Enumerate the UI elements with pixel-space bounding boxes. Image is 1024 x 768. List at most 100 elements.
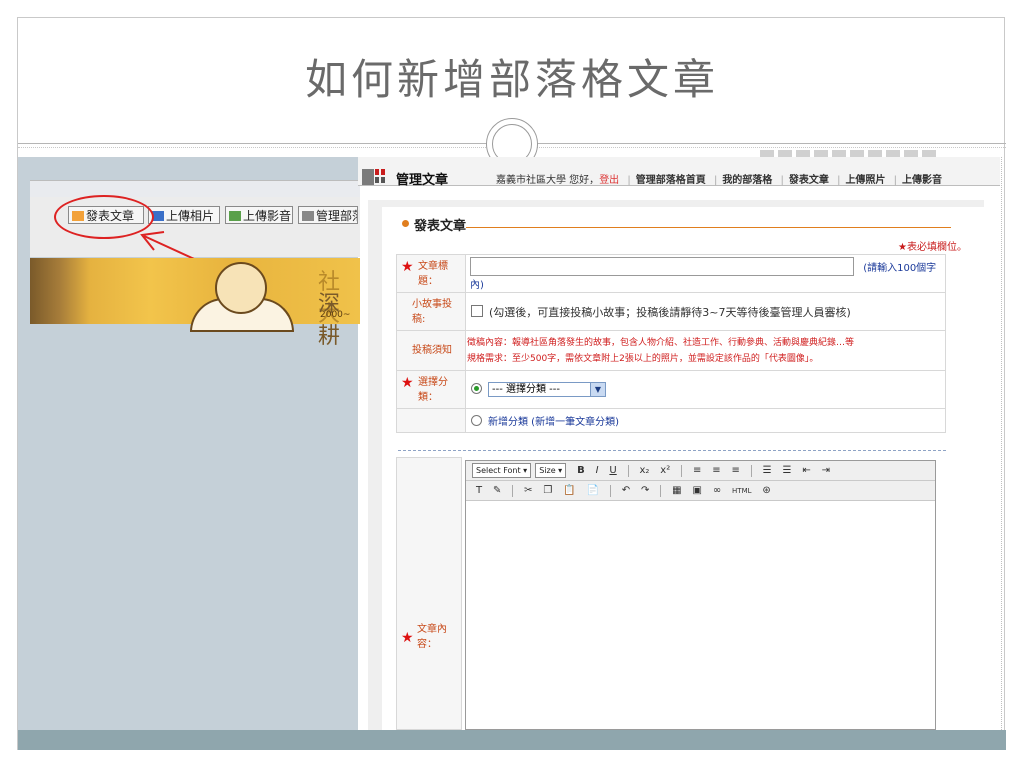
nav-blog-admin-home[interactable]: 管理部落格首頁 [636,175,706,186]
text-color-icon[interactable]: T [476,481,482,500]
redo-icon[interactable]: ↷ [641,481,649,500]
header-icon-square [375,169,379,175]
upload-photo-button[interactable]: 上傳相片 [148,206,220,224]
paste-text-icon[interactable]: 📄 [587,481,599,500]
required-note: ★表必填欄位。 [898,242,967,253]
story-label-cell: 小故事投稿: [396,292,466,331]
editor-toolbar-row-1: Select Font ▾ Size ▾ B I U x₂ x² ≡ ≡ ≡ ☰ … [466,461,935,481]
section-bullet-icon [402,220,409,227]
link-icon[interactable]: ∞ [713,481,721,500]
subscript-icon[interactable]: x₂ [639,461,649,480]
title-row: ★ 文章標題： (請輸入100個字內) [396,254,946,293]
category-select-value: --- 選擇分類 --- [492,384,561,395]
title-input[interactable] [470,256,854,276]
font-select-label: Select Font [476,466,521,475]
category-cell: --- 選擇分類 --- ▼ [465,370,946,409]
unordered-list-icon[interactable]: ☰ [782,461,791,480]
content-label: 文章內容： [417,624,447,650]
copy-icon[interactable]: ❐ [543,481,552,500]
form-separator [398,450,946,451]
align-center-icon[interactable]: ≡ [712,461,720,480]
upload-video-label: 上傳影音 [243,209,292,223]
category-label-cell: ★ 選擇分類： [396,370,466,409]
header-icon-square [381,177,385,183]
section-title: 發表文章 [414,219,467,234]
nav-my-blog[interactable]: 我的部落格 [722,175,772,186]
empty-label-cell [396,408,466,433]
align-right-icon[interactable]: ≡ [732,461,740,480]
category-row: ★ 選擇分類： --- 選擇分類 --- ▼ [396,370,946,409]
right-edge [1001,157,1006,730]
header-grip [362,169,374,185]
align-left-icon[interactable]: ≡ [693,461,701,480]
underline-icon[interactable]: U [609,461,616,480]
html-source-icon[interactable]: HTML [732,482,751,501]
left-window-strip [30,180,360,198]
font-select[interactable]: Select Font ▾ [472,463,532,478]
new-category-radio[interactable] [471,415,482,426]
category-select[interactable]: --- 選擇分類 --- ▼ [488,382,606,397]
manage-blog-label: 管理部落 [316,209,357,223]
post-form: ★ 文章標題： (請輸入100個字內) 小故事投稿: (勾選後，可直接投稿小故事；… [396,254,946,433]
notice-label: 投稿須知 [412,345,452,356]
section-underline [466,227,951,228]
rich-text-editor[interactable]: Select Font ▾ Size ▾ B I U x₂ x² ≡ ≡ ≡ ☰ … [465,460,936,730]
story-checkbox[interactable] [471,304,483,317]
new-category-cell: 新增分類 (新增一筆文章分類) [465,408,946,433]
top-clipped-toolbar [760,145,980,157]
video-icon [229,211,241,221]
slide-title: 如何新增部落格文章 [304,55,719,104]
banner-text-3: 2000~ [320,310,351,320]
title-label-cell: ★ 文章標題： [396,254,466,293]
notice-cell: 徵稿內容：報導社區角落發生的故事，包含人物介紹、社造工作、行動參典、活動與慶典紀… [465,330,946,371]
superscript-icon[interactable]: x² [660,461,670,480]
ordered-list-icon[interactable]: ☰ [763,461,772,480]
select-category-radio[interactable] [471,382,482,394]
cut-icon[interactable]: ✂ [524,481,532,500]
notice-row: 投稿須知 徵稿內容：報導社區角落發生的故事，包含人物介紹、社造工作、行動參典、活… [396,330,946,371]
title-label: 文章標題： [418,260,448,287]
nav-upload-photo[interactable]: 上傳照片 [845,175,885,186]
story-text: (勾選後，可直接投稿小故事；投稿後請靜待3~7天等待後臺管理人員審核) [489,305,851,319]
upload-video-button[interactable]: 上傳影音 [225,206,293,224]
content-label-cell: ★ 文章內容： [396,457,462,730]
undo-icon[interactable]: ↶ [622,481,630,500]
required-star-icon: ★ [401,374,414,391]
notice-label-cell: 投稿須知 [396,330,466,371]
outdent-icon[interactable]: ⇤ [802,461,810,480]
paste-icon[interactable]: 📋 [563,481,575,500]
banner-image: 社大 深耕 2000~ [30,258,360,349]
nav-post-article[interactable]: 發表文章 [789,175,829,186]
image-icon[interactable]: ▣ [693,481,702,500]
story-label: 小故事投稿: [412,298,452,325]
manage-blog-button[interactable]: 管理部落 [298,206,358,224]
admin-header-title: 管理文章 [396,173,449,188]
story-row: 小故事投稿: (勾選後，可直接投稿小故事；投稿後請靜待3~7天等待後臺管理人員審… [396,292,946,331]
editor-toolbar-row-2: T ✎ ✂ ❐ 📋 📄 ↶ ↷ ▦ ▣ ∞ HTML ⊛ [466,481,935,501]
italic-icon[interactable]: I [596,461,599,480]
indent-icon[interactable]: ⇥ [822,461,830,480]
story-cell: (勾選後，可直接投稿小故事；投稿後請靜待3~7天等待後臺管理人員審核) [465,292,946,331]
logout-link[interactable]: 登出 [599,175,619,186]
notice-line-2: 規格需求：至少500字，需依文章附上2張以上的照片，並需設定該作品的「代表圖像」… [467,353,819,364]
header-icon-square [381,169,385,175]
help-icon[interactable]: ⊛ [762,481,770,500]
upload-photo-label: 上傳相片 [166,209,215,223]
greeting-text: 嘉義市社區大學 您好， [496,175,600,186]
header-icon-square [375,177,379,183]
chevron-down-icon: ▼ [590,383,605,396]
nav-upload-video[interactable]: 上傳影音 [902,175,942,186]
table-icon[interactable]: ▦ [672,481,681,500]
notice-line-1: 徵稿內容：報導社區角落發生的故事，包含人物介紹、社造工作、行動參典、活動與慶典紀… [467,337,855,348]
highlight-icon[interactable]: ✎ [493,481,501,500]
size-select-label: Size [539,466,556,475]
size-select[interactable]: Size ▾ [535,463,567,478]
category-label: 選擇分類： [418,376,448,403]
bottom-bar [18,730,1006,750]
required-star-icon: ★ [401,258,414,275]
banner-figure-face [215,262,267,314]
bold-icon[interactable]: B [577,461,585,480]
new-category-text: 新增分類 (新增一筆文章分類) [488,417,619,428]
admin-nav: 嘉義市社區大學 您好，登出 | 管理部落格首頁 | 我的部落格 | 發表文章 | 上傳照… [496,175,942,186]
manage-icon [302,211,314,221]
